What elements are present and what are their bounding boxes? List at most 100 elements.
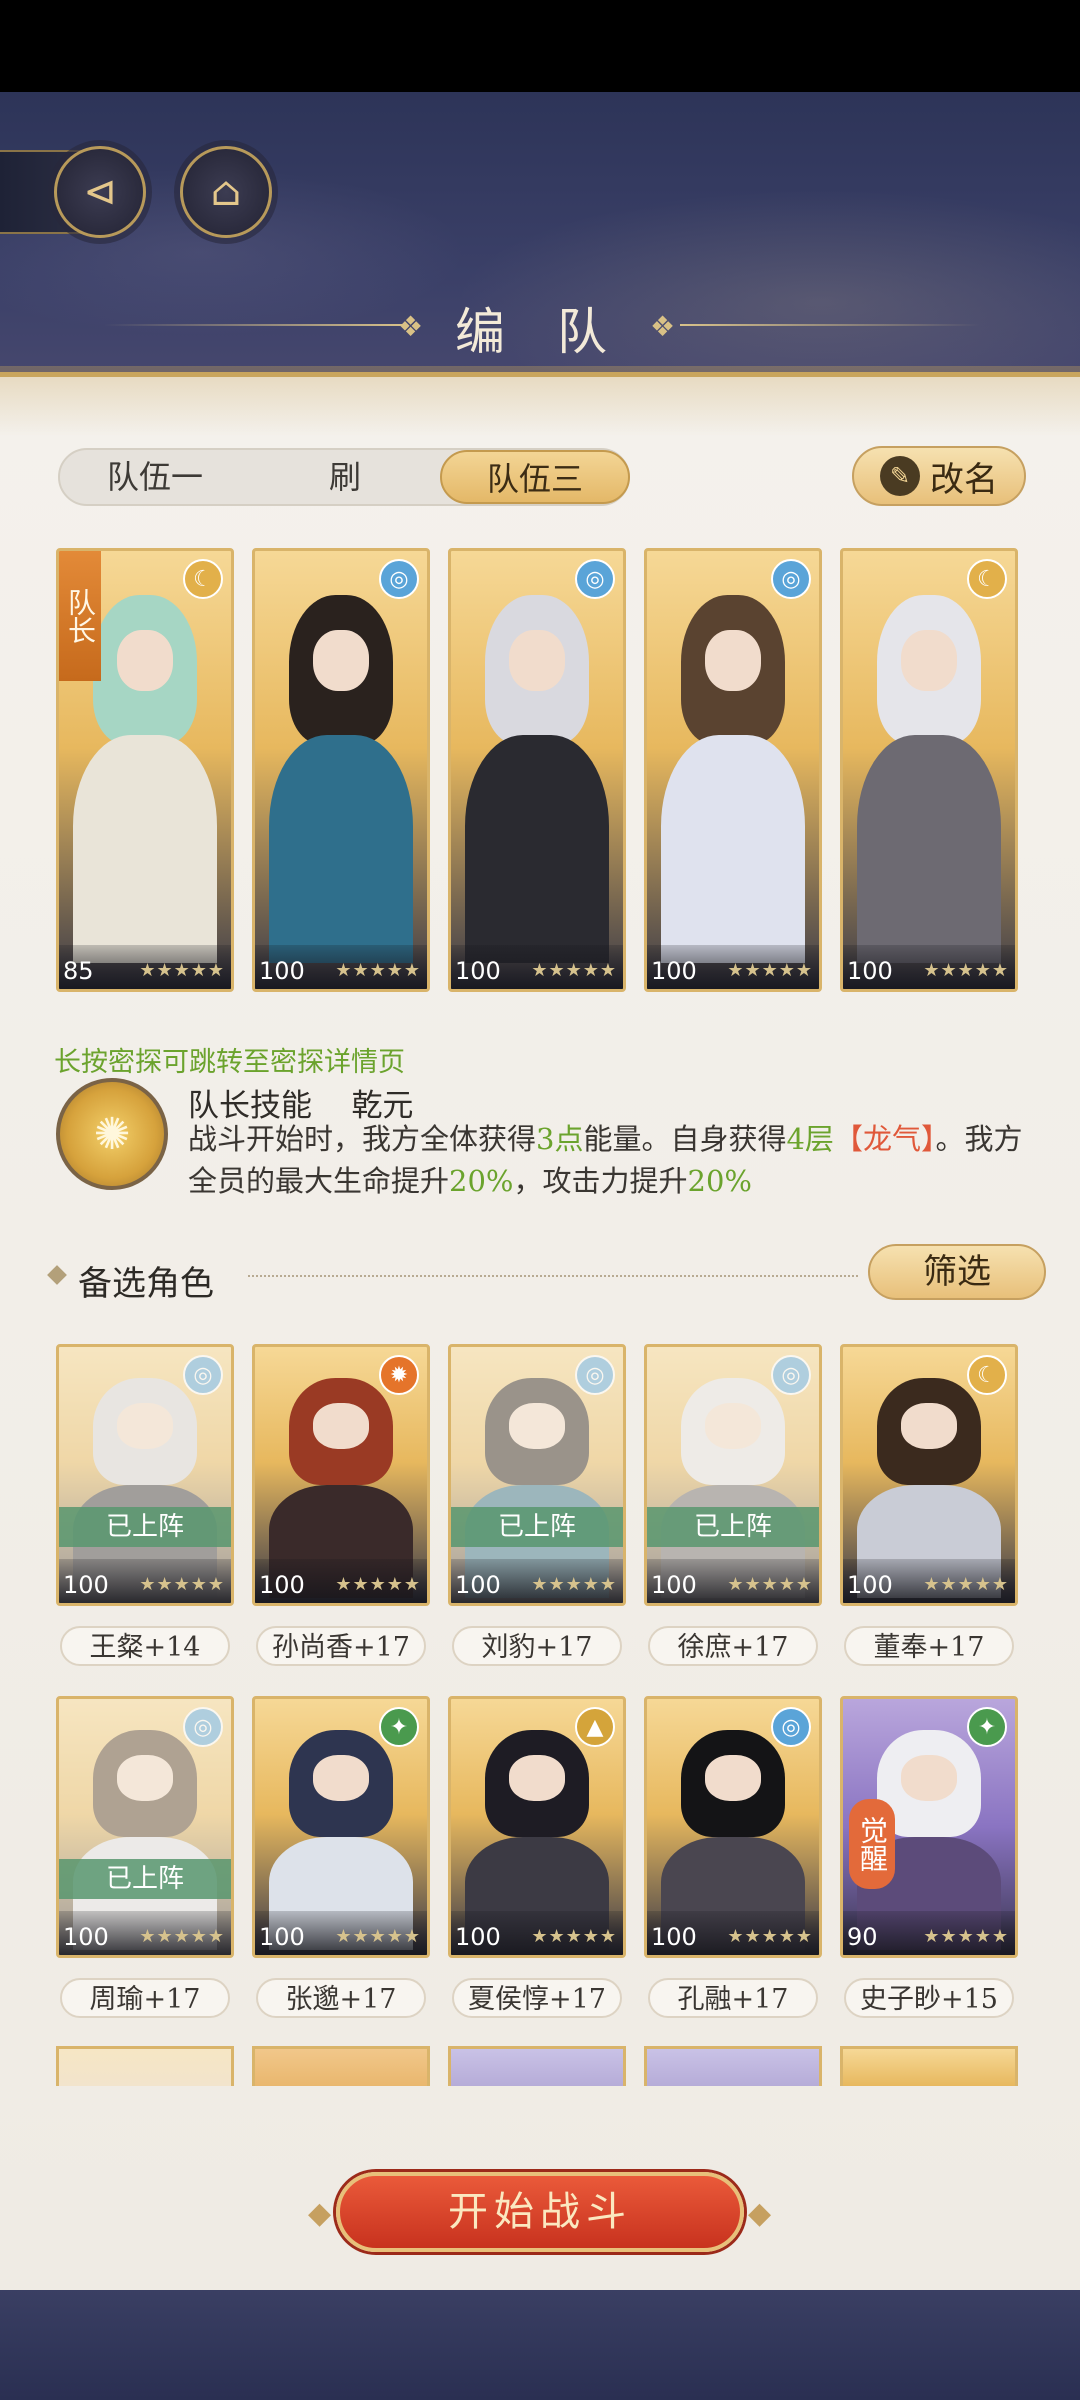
section-divider [248, 1275, 858, 1277]
team-slot-3[interactable]: ◎ 100 ★★★★★ [448, 548, 626, 992]
title-divider-left [104, 324, 404, 326]
level-value: 100 [651, 957, 697, 985]
level-value: 100 [63, 1923, 109, 1951]
tab-team-3[interactable]: 队伍三 [440, 450, 630, 504]
title-ornament-left: ❖ [398, 310, 424, 343]
portrait-face [901, 1403, 957, 1450]
roster-card-partial[interactable] [56, 2046, 234, 2086]
roster-name-tag: 董奉+17 [844, 1626, 1014, 1666]
roster-name-tag: 刘豹+17 [452, 1626, 622, 1666]
page-title: 编 队 [455, 303, 625, 361]
portrait-robe [464, 734, 610, 963]
awaken-badge: 觉醒 [849, 1799, 895, 1889]
level-value: 90 [847, 1923, 878, 1951]
roster-name-tag: 孙尚香+17 [256, 1626, 426, 1666]
earth-element-icon: ▲ [575, 1707, 615, 1747]
team-slot-1[interactable]: ☾ 85 ★★★★★ 队长 [56, 548, 234, 992]
roster-name-tag: 周瑜+17 [60, 1978, 230, 2018]
roster-card[interactable]: ◎已上阵100★★★★★ [448, 1344, 626, 1606]
captain-skill-description: 战斗开始时，我方全体获得3点能量。自身获得4层【龙气】。我方全员的最大生命提升2… [188, 1118, 1048, 1202]
star-rating: ★★★★★ [335, 1926, 421, 1947]
roster-name-tag: 王粲+14 [60, 1626, 230, 1666]
deployed-badge: 已上阵 [59, 1859, 231, 1899]
captain-badge: 队长 [59, 551, 101, 681]
tab-team-2[interactable]: 刷 [250, 450, 440, 504]
skill-value: 20% [449, 1164, 514, 1198]
roster-card[interactable]: ✹ 100 ★★★★★ [252, 1344, 430, 1606]
star-rating: ★★★★★ [139, 1574, 225, 1595]
roster-card[interactable]: ◎已上阵100★★★★★ [644, 1344, 822, 1606]
level-bar: 100 ★★★★★ [255, 1911, 427, 1955]
title-bar: ❖ 编 队 ❖ [0, 280, 1080, 361]
character-portrait [843, 551, 1015, 989]
start-ornament-left: ◆ [308, 2196, 332, 2231]
star-rating: ★★★★★ [335, 960, 421, 981]
roster-card[interactable]: ✦ 100 ★★★★★ [252, 1696, 430, 1958]
skill-value: 4层 [786, 1122, 834, 1156]
moon-element-icon: ☾ [967, 1355, 1007, 1395]
level-value: 100 [63, 1571, 109, 1599]
start-battle-button[interactable]: 开始战斗 [336, 2172, 744, 2252]
home-button[interactable]: ⌂ [180, 146, 272, 238]
level-value: 100 [259, 957, 305, 985]
team-tabs: 队伍一 刷 队伍三 [58, 448, 630, 506]
star-rating: ★★★★★ [727, 1926, 813, 1947]
tab-team-1[interactable]: 队伍一 [60, 450, 250, 504]
start-ornament-right: ◆ [748, 2196, 772, 2231]
roster-card[interactable]: ✦ 觉醒 90 ★★★★★ [840, 1696, 1018, 1958]
level-bar: 100 ★★★★★ [255, 945, 427, 989]
team-slot-4[interactable]: ◎ 100 ★★★★★ [644, 548, 822, 992]
star-rating: ★★★★★ [531, 960, 617, 981]
portrait-face [313, 629, 369, 692]
roster-card[interactable]: ▲ 100 ★★★★★ [448, 1696, 626, 1958]
skill-keyword[interactable]: 【龙气】 [834, 1122, 936, 1156]
roster-card[interactable]: ◎已上阵100★★★★★ [56, 1696, 234, 1958]
water-element-icon: ◎ [379, 559, 419, 599]
star-rating: ★★★★★ [727, 960, 813, 981]
skill-desc-part: 战斗开始时，我方全体获得 [188, 1122, 537, 1156]
portrait-robe [660, 734, 806, 963]
water-element-icon: ◎ [771, 1707, 811, 1747]
star-rating: ★★★★★ [139, 960, 225, 981]
level-bar: 100 ★★★★★ [59, 1911, 231, 1955]
portrait-face [705, 629, 761, 692]
roster-card-partial[interactable] [448, 2046, 626, 2086]
roster-section-title: 备选角色 [78, 1264, 214, 1304]
deployed-badge: 已上阵 [647, 1507, 819, 1547]
background-swirl [0, 92, 1080, 412]
team-slot-2[interactable]: ◎ 100 ★★★★★ [252, 548, 430, 992]
portrait-face [509, 1755, 565, 1802]
roster-card-partial[interactable] [840, 2046, 1018, 2086]
filter-button[interactable]: 筛选 [868, 1244, 1046, 1300]
portrait-face [901, 629, 957, 692]
rename-button[interactable]: ✎ 改名 [852, 446, 1026, 506]
level-bar: 100 ★★★★★ [647, 945, 819, 989]
team-slot-5[interactable]: ☾ 100 ★★★★★ [840, 548, 1018, 992]
level-value: 100 [455, 957, 501, 985]
star-rating: ★★★★★ [727, 1574, 813, 1595]
portrait-face [117, 629, 173, 692]
portrait-face [901, 1755, 957, 1802]
roster-card[interactable]: ◎ 100 ★★★★★ [644, 1696, 822, 1958]
level-bar: 100 ★★★★★ [451, 1559, 623, 1603]
back-button[interactable]: ⊲ [54, 146, 146, 238]
captain-skill-icon[interactable]: ✺ [56, 1078, 168, 1190]
roster-card[interactable]: ☾ 100 ★★★★★ [840, 1344, 1018, 1606]
level-bar: 100 ★★★★★ [647, 1911, 819, 1955]
water-element-icon: ◎ [575, 559, 615, 599]
roster-name-tag: 史子眇+15 [844, 1978, 1014, 2018]
character-portrait [647, 551, 819, 989]
roster-card-partial[interactable] [644, 2046, 822, 2086]
star-rating: ★★★★★ [531, 1926, 617, 1947]
portrait-robe [72, 734, 218, 963]
roster-name-tag: 夏侯惇+17 [452, 1978, 622, 2018]
pavilion-icon: ⌂ [210, 169, 242, 215]
skill-value: 3点 [536, 1122, 584, 1156]
brush-icon: ✎ [880, 456, 920, 496]
level-bar: 100 ★★★★★ [59, 1559, 231, 1603]
roster-card-partial[interactable] [252, 2046, 430, 2086]
moon-element-icon: ☾ [967, 559, 1007, 599]
roster-name-tag: 徐庶+17 [648, 1626, 818, 1666]
level-value: 100 [847, 1571, 893, 1599]
roster-card[interactable]: ◎已上阵100★★★★★ [56, 1344, 234, 1606]
